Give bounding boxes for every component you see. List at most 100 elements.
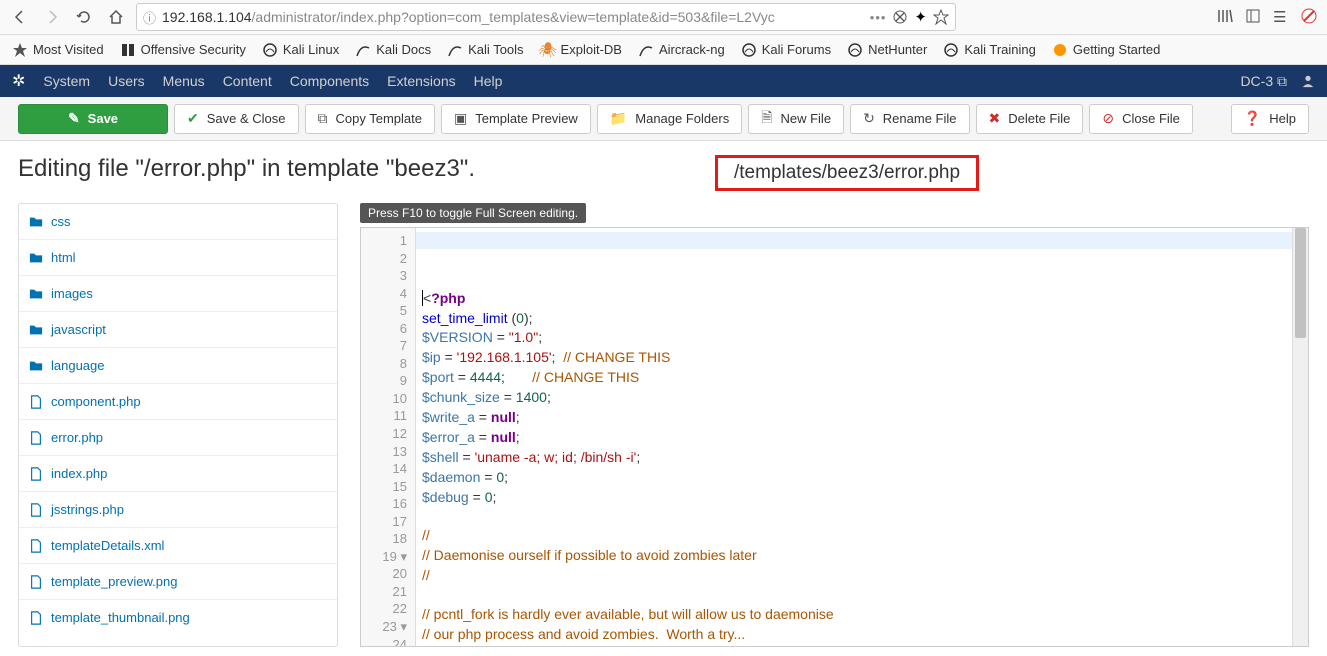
- code-editor[interactable]: 12345678910111213141516171819 ▾20212223 …: [360, 227, 1309, 647]
- folder-icon: 📁: [610, 110, 627, 127]
- menu-menus[interactable]: Menus: [163, 73, 205, 89]
- tree-file-index-php[interactable]: index.php: [19, 456, 337, 492]
- code-body[interactable]: <?php set_time_limit (0); $VERSION = "1.…: [416, 228, 1292, 646]
- bookmark-item[interactable]: Getting Started: [1052, 42, 1160, 58]
- site-name-link[interactable]: DC-3 ⧉: [1240, 73, 1287, 90]
- bookmark-item[interactable]: Kali Training: [943, 42, 1036, 58]
- tree-file-templateDetails-xml[interactable]: templateDetails.xml: [19, 528, 337, 564]
- file-icon: [29, 611, 43, 625]
- file-icon: [29, 503, 43, 517]
- bookmark-label: Aircrack-ng: [659, 42, 725, 57]
- menu-content[interactable]: Content: [223, 73, 272, 89]
- sidebar-icon[interactable]: [1245, 8, 1263, 26]
- bookmark-label: Most Visited: [33, 42, 104, 57]
- tree-label: component.php: [51, 394, 141, 409]
- reload-button[interactable]: [72, 5, 96, 29]
- tree-label: language: [51, 358, 105, 373]
- bookmark-item[interactable]: Aircrack-ng: [638, 42, 725, 58]
- line-gutter: 12345678910111213141516171819 ▾20212223 …: [361, 228, 416, 646]
- url-more-icon: •••: [870, 10, 887, 25]
- joomla-favicon-icon[interactable]: ✦: [914, 8, 927, 26]
- bookmark-icon: [1052, 42, 1068, 58]
- editor-panel: Press F10 to toggle Full Screen editing.…: [360, 203, 1309, 647]
- tree-file-error-php[interactable]: error.php: [19, 420, 337, 456]
- noscript-icon[interactable]: [1301, 8, 1319, 26]
- folder-icon: [29, 323, 43, 337]
- refresh-icon: ↻: [863, 110, 875, 127]
- tree-folder-css[interactable]: css: [19, 204, 337, 240]
- scroll-thumb[interactable]: [1295, 228, 1306, 338]
- save-close-button[interactable]: ✔Save & Close: [174, 104, 299, 134]
- bookmark-label: Getting Started: [1073, 42, 1160, 57]
- bookmark-item[interactable]: 🕷Exploit-DB: [540, 42, 622, 58]
- folder-icon: [29, 251, 43, 265]
- info-icon[interactable]: ⓘ: [143, 8, 156, 27]
- tree-file-template_preview-png[interactable]: template_preview.png: [19, 564, 337, 600]
- menu-users[interactable]: Users: [108, 73, 145, 89]
- file-icon: [29, 467, 43, 481]
- menu-system[interactable]: System: [43, 73, 90, 89]
- menu-extensions[interactable]: Extensions: [387, 73, 455, 89]
- tree-folder-language[interactable]: language: [19, 348, 337, 384]
- folder-icon: [29, 287, 43, 301]
- bookmark-label: Kali Forums: [762, 42, 831, 57]
- check-icon: ✔: [187, 110, 199, 127]
- bookmark-item[interactable]: Kali Docs: [355, 42, 431, 58]
- path-highlight-box: /templates/beez3/error.php: [715, 155, 979, 191]
- url-text: 192.168.1.104/administrator/index.php?op…: [162, 9, 864, 25]
- home-button[interactable]: [104, 5, 128, 29]
- browser-nav-bar: ⓘ 192.168.1.104/administrator/index.php?…: [0, 0, 1327, 35]
- new-file-button[interactable]: 🗎New File: [748, 104, 844, 134]
- copy-template-button[interactable]: ⧉Copy Template: [305, 104, 435, 134]
- file-tree: css html images javascript language component…: [18, 203, 338, 647]
- bookmark-label: Kali Training: [964, 42, 1036, 57]
- bookmark-item[interactable]: NetHunter: [847, 42, 927, 58]
- menu-help[interactable]: Help: [474, 73, 503, 89]
- tree-label: css: [51, 214, 71, 229]
- library-icon[interactable]: [1217, 8, 1235, 26]
- bookmark-icon: [262, 42, 278, 58]
- template-preview-button[interactable]: ▣Template Preview: [441, 104, 591, 134]
- delete-file-button[interactable]: ✖Delete File: [976, 104, 1084, 134]
- manage-folders-button[interactable]: 📁Manage Folders: [597, 104, 742, 134]
- bookmark-item[interactable]: Kali Forums: [741, 42, 831, 58]
- active-line-highlight: [416, 232, 1292, 249]
- bookmark-item[interactable]: Kali Tools: [447, 42, 523, 58]
- reader-icon[interactable]: [892, 9, 908, 25]
- file-icon: [29, 575, 43, 589]
- image-icon: ▣: [454, 110, 467, 127]
- delete-icon: ✖: [989, 110, 1001, 127]
- bookmark-label: Kali Tools: [468, 42, 523, 57]
- editor-scrollbar[interactable]: [1292, 228, 1308, 646]
- bookmark-item[interactable]: Most Visited: [12, 42, 104, 58]
- back-button[interactable]: [8, 5, 32, 29]
- close-file-button[interactable]: ⊘Close File: [1089, 104, 1193, 134]
- menu-components[interactable]: Components: [290, 73, 369, 89]
- tree-folder-javascript[interactable]: javascript: [19, 312, 337, 348]
- browser-right-icons: ☰: [1217, 8, 1319, 26]
- bookmark-label: NetHunter: [868, 42, 927, 57]
- tree-file-component-php[interactable]: component.php: [19, 384, 337, 420]
- rename-file-button[interactable]: ↻Rename File: [850, 104, 969, 134]
- tree-folder-html[interactable]: html: [19, 240, 337, 276]
- help-button[interactable]: ❓Help: [1231, 104, 1309, 134]
- tree-label: index.php: [51, 466, 107, 481]
- content-area: css html images javascript language component…: [0, 195, 1327, 647]
- tree-folder-images[interactable]: images: [19, 276, 337, 312]
- bookmark-icon: [741, 42, 757, 58]
- bookmark-item[interactable]: Kali Linux: [262, 42, 339, 58]
- tree-label: images: [51, 286, 93, 301]
- page-title: Editing file "/error.php" in template "b…: [18, 155, 475, 183]
- save-button[interactable]: ✎Save: [18, 104, 168, 134]
- user-icon[interactable]: [1301, 74, 1315, 88]
- tree-file-template_thumbnail-png[interactable]: template_thumbnail.png: [19, 600, 337, 635]
- tree-file-jsstrings-php[interactable]: jsstrings.php: [19, 492, 337, 528]
- heading-row: Editing file "/error.php" in template "b…: [0, 141, 1327, 195]
- url-bar[interactable]: ⓘ 192.168.1.104/administrator/index.php?…: [136, 3, 956, 31]
- extension-icon[interactable]: ☰: [1273, 8, 1291, 26]
- forward-button[interactable]: [40, 5, 64, 29]
- bookmark-item[interactable]: Offensive Security: [120, 42, 246, 58]
- bookmark-star-icon[interactable]: [933, 9, 949, 25]
- joomla-icon[interactable]: ✲: [12, 71, 25, 91]
- bookmark-icon: [120, 42, 136, 58]
